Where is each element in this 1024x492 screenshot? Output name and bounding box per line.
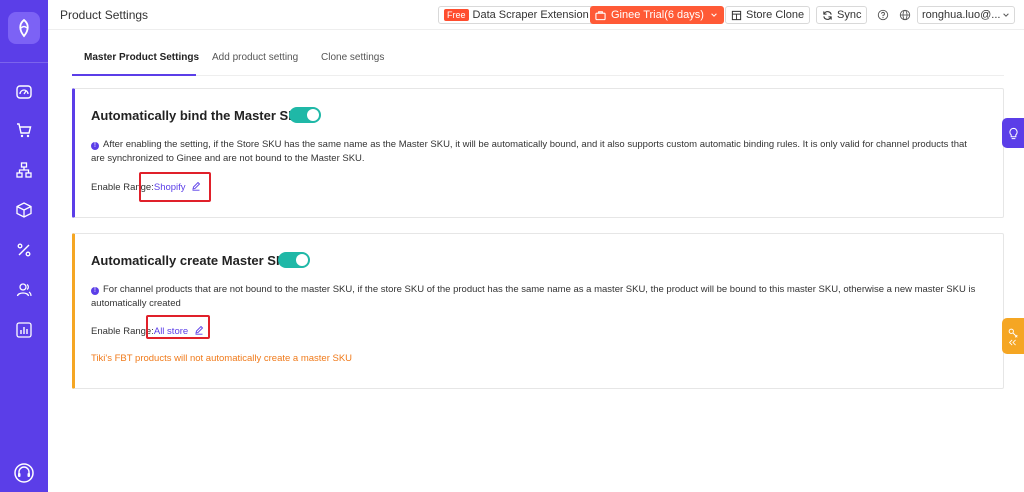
- users-icon: [16, 283, 32, 297]
- fbt-warning: Tiki's FBT products will not automatical…: [91, 353, 353, 364]
- store-icon: [731, 10, 742, 20]
- tab-add-product-setting[interactable]: Add product setting: [212, 52, 298, 63]
- data-scraper-label: Data Scraper Extension: [472, 9, 589, 21]
- auto-bind-description-text: After enabling the setting, if the Store…: [91, 139, 967, 164]
- auto-bind-description: ! After enabling the setting, if the Stor…: [91, 138, 981, 166]
- info-icon: !: [91, 287, 99, 295]
- free-badge: Free: [444, 9, 469, 21]
- auto-bind-card: Automatically bind the Master SKU ! After…: [72, 88, 1004, 218]
- info-icon: !: [91, 142, 99, 150]
- sidebar-item-orders[interactable]: [9, 115, 39, 145]
- sidebar-divider: [0, 62, 48, 63]
- sidebar-item-dashboard[interactable]: [9, 77, 39, 107]
- briefcase-icon: [595, 10, 606, 20]
- highlight-box: [139, 172, 211, 202]
- dashboard-icon: [16, 85, 32, 99]
- settings-tabs: Master Product Settings Add product sett…: [72, 42, 1004, 76]
- sync-icon: [823, 10, 832, 20]
- auto-create-toggle[interactable]: [278, 252, 310, 268]
- logo-icon: [19, 18, 29, 38]
- page-title: Product Settings: [60, 8, 149, 22]
- sidebar-item-reports[interactable]: [9, 315, 39, 345]
- auto-bind-title: Automatically bind the Master SKU: [91, 108, 307, 123]
- tips-float-button[interactable]: [1002, 118, 1024, 148]
- sync-label: Sync: [837, 9, 862, 21]
- customer-support-button[interactable]: [11, 460, 37, 486]
- auto-create-title: Automatically create Master SKU: [91, 253, 295, 268]
- store-clone-button[interactable]: Store Clone: [725, 6, 811, 24]
- help-button[interactable]: [875, 7, 891, 23]
- sidebar-item-inventory[interactable]: [9, 195, 39, 225]
- data-scraper-button[interactable]: Free Data Scraper Extension: [438, 6, 595, 24]
- tab-master-product-settings[interactable]: Master Product Settings: [84, 52, 199, 63]
- hierarchy-icon: [16, 162, 32, 178]
- top-header: Product Settings Free Data Scraper Exten…: [48, 0, 1024, 30]
- enable-range-label: Enable Range:: [91, 326, 154, 337]
- auto-create-card: Automatically create Master SKU ! For cha…: [72, 233, 1004, 389]
- sync-button[interactable]: Sync: [816, 6, 868, 24]
- language-button[interactable]: [897, 7, 913, 23]
- store-clone-label: Store Clone: [746, 9, 805, 21]
- percent-icon: [17, 243, 31, 257]
- user-name: ronghua.luo@...: [922, 9, 1001, 21]
- auto-create-description: ! For channel products that are not bound…: [91, 283, 981, 311]
- lightbulb-icon: [1008, 127, 1018, 139]
- tool-icon: [1008, 328, 1018, 338]
- sidebar-item-products[interactable]: [9, 155, 39, 185]
- tools-float-button[interactable]: [1002, 318, 1024, 354]
- sidebar: [0, 0, 48, 492]
- chevron-down-icon: [1003, 13, 1010, 17]
- active-tab-indicator: [72, 74, 196, 76]
- box-icon: [16, 202, 32, 218]
- bar-chart-icon: [16, 322, 32, 338]
- auto-create-description-text: For channel products that are not bound …: [91, 284, 976, 309]
- highlight-box: [146, 315, 210, 339]
- auto-bind-toggle[interactable]: [289, 107, 321, 123]
- user-menu[interactable]: ronghua.luo@...: [917, 6, 1016, 24]
- trial-dropdown[interactable]: Ginee Trial(6 days): [590, 6, 724, 24]
- trial-label: Ginee Trial(6 days): [611, 9, 704, 21]
- app-logo[interactable]: [8, 12, 40, 44]
- sidebar-item-promotions[interactable]: [9, 235, 39, 265]
- double-chevron-left-icon: [1008, 339, 1016, 345]
- tab-clone-settings[interactable]: Clone settings: [321, 52, 384, 63]
- headset-icon: [14, 463, 34, 483]
- globe-icon: [899, 9, 911, 21]
- cart-icon: [17, 123, 32, 138]
- question-icon: [877, 9, 889, 21]
- sidebar-item-customers[interactable]: [9, 275, 39, 305]
- chevron-down-icon: [711, 13, 717, 17]
